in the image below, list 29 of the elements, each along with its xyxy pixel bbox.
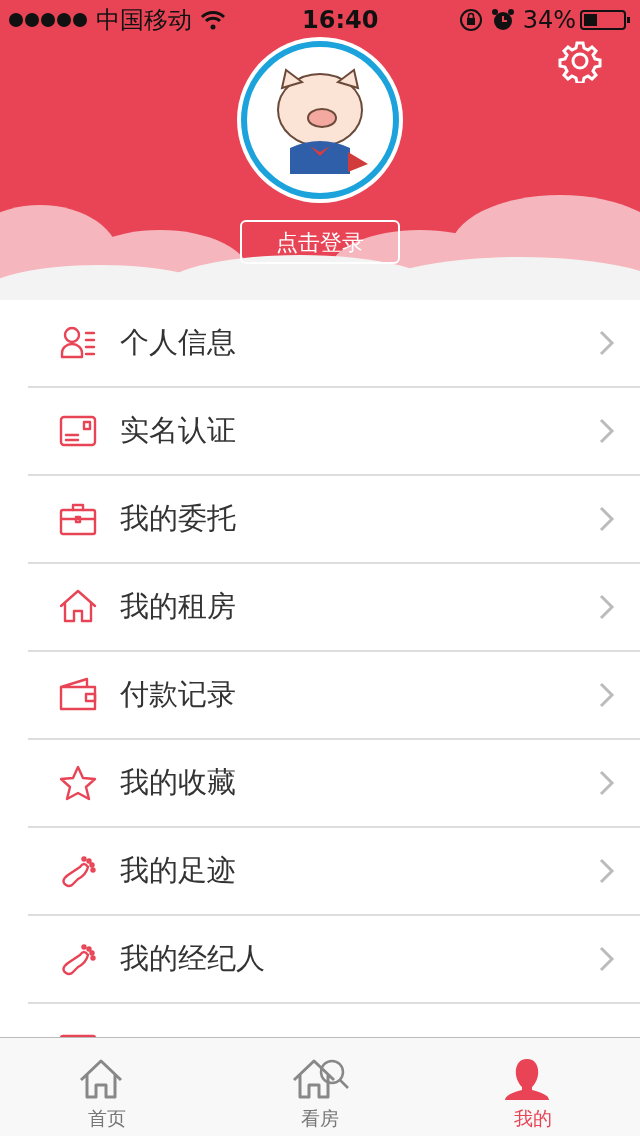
menu-row[interactable]: 实名认证: [28, 388, 640, 476]
battery-icon: [580, 9, 632, 31]
wifi-icon: [200, 10, 226, 30]
menu-label: 个人信息: [120, 324, 237, 362]
menu-label: 我的收藏: [120, 764, 237, 802]
menu-label: 我的委托: [120, 500, 237, 538]
tab-item[interactable]: 首页: [0, 1038, 214, 1136]
alarm-icon: [490, 8, 515, 32]
menu-label: 我的经纪人: [120, 940, 266, 978]
tab-item[interactable]: 我的: [426, 1038, 640, 1136]
menu-row[interactable]: 我的收藏: [28, 740, 640, 828]
battery-percent: 34%: [522, 5, 576, 36]
menu-label: 我的租房: [120, 588, 237, 626]
menu-row[interactable]: 我的租房: [28, 564, 640, 652]
tab-item[interactable]: 看房: [213, 1038, 427, 1136]
status-time: 16:40: [302, 5, 379, 36]
rotation-lock-icon: [458, 8, 483, 32]
signal-icon: [8, 12, 88, 28]
menu-row[interactable]: 个人信息: [28, 300, 640, 388]
settings-icon[interactable]: [558, 39, 602, 83]
menu-label: 付款记录: [120, 676, 237, 714]
menu-row[interactable]: 我的经纪人: [28, 916, 640, 1004]
menu-row[interactable]: 我的委托: [28, 476, 640, 564]
menu-label: 我的足迹: [120, 852, 237, 890]
menu-label: 实名认证: [120, 412, 237, 450]
carrier-name: 中国移动: [96, 5, 192, 36]
menu-row[interactable]: 我的足迹: [28, 828, 640, 916]
star-icon: [58, 763, 98, 803]
menu-row[interactable]: 付款记录: [28, 652, 640, 740]
